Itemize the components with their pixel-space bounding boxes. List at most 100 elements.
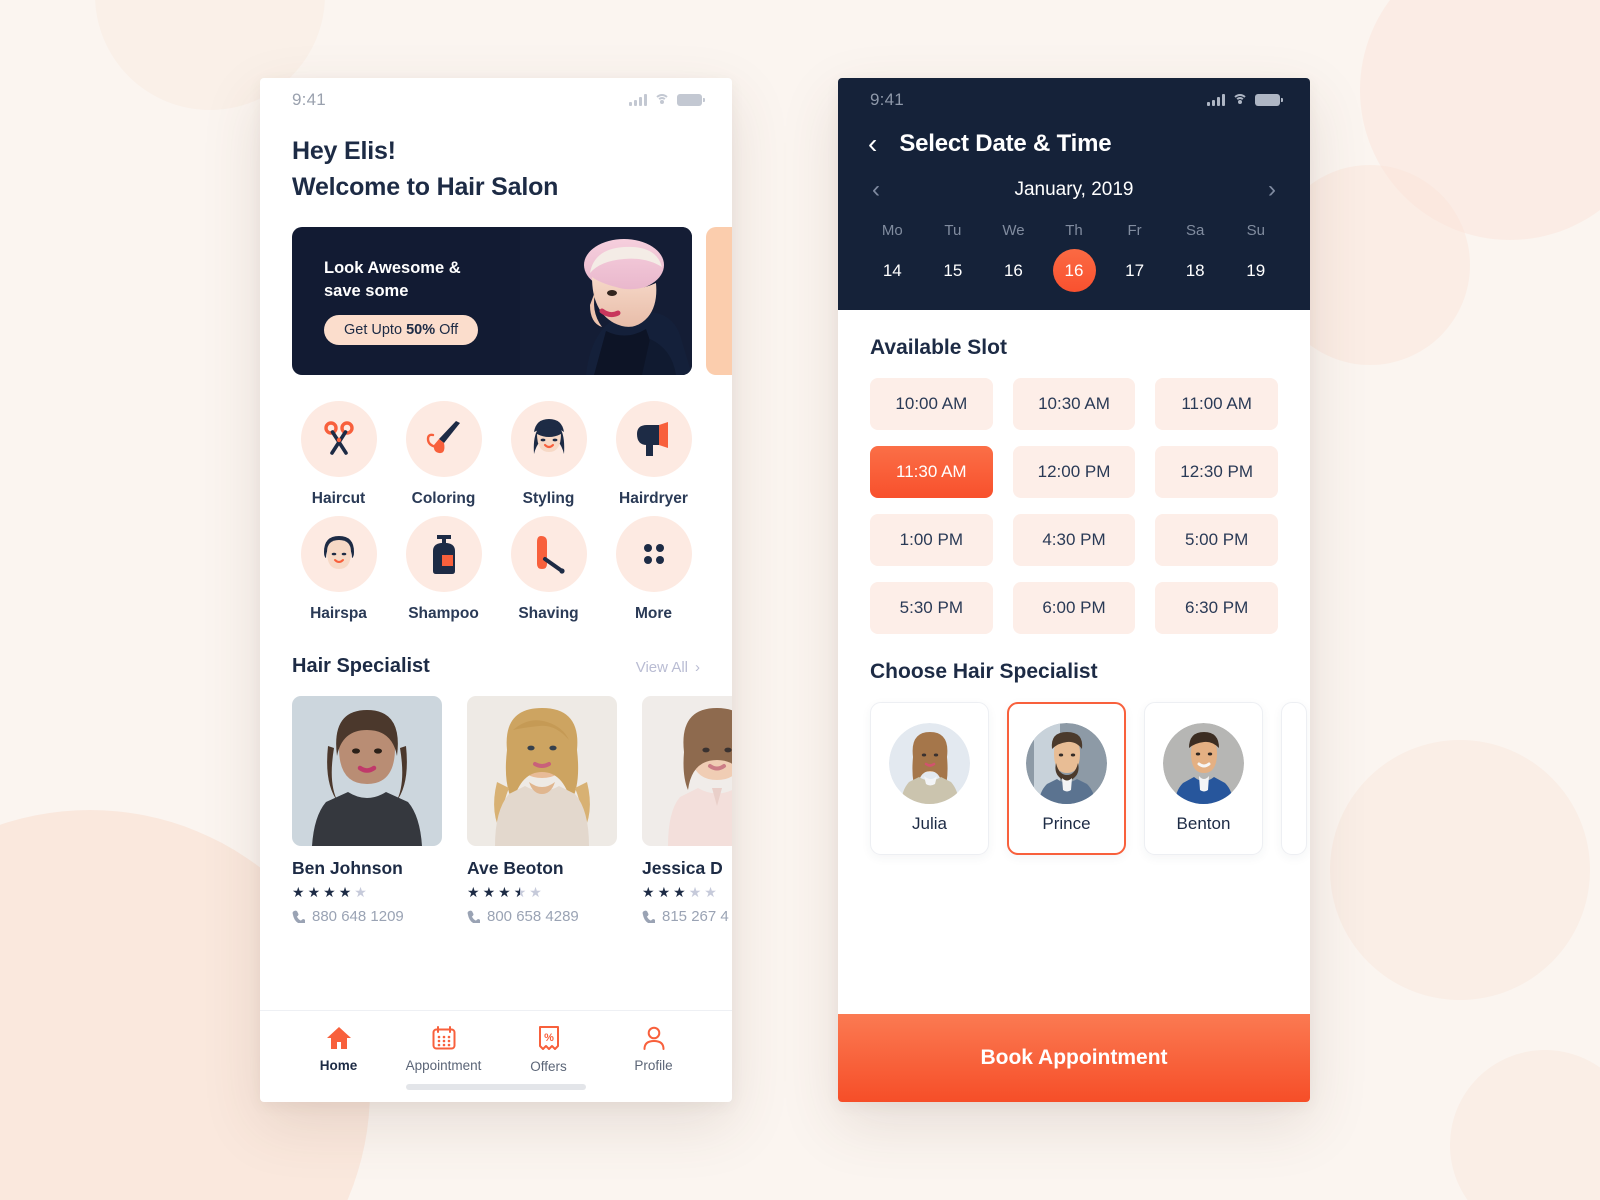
promo-model-photo bbox=[520, 227, 692, 375]
page-title: Select Date & Time bbox=[899, 130, 1112, 157]
specialist-carousel[interactable]: Ben Johnson ★ ★ ★ ★ ★ 880 648 1209 Ave B… bbox=[260, 678, 732, 925]
service-item-hairspa[interactable]: Hairspa bbox=[286, 516, 391, 631]
specialist-phone-number: 880 648 1209 bbox=[312, 908, 404, 925]
tab-offers[interactable]: % Offers bbox=[496, 1025, 601, 1074]
promo-title-line-2: save some bbox=[324, 282, 409, 300]
star-icon: ★ bbox=[323, 884, 336, 900]
service-item-shampoo[interactable]: Shampoo bbox=[391, 516, 496, 631]
promo-banner-carousel[interactable]: Look Awesome & save some Get Upto 50% Of… bbox=[260, 205, 732, 375]
service-item-more[interactable]: More bbox=[601, 516, 706, 631]
time-slot-selected[interactable]: 11:30 AM bbox=[870, 446, 993, 498]
decorative-circle bbox=[1450, 1050, 1600, 1200]
hairdryer-icon bbox=[615, 401, 692, 477]
greeting-line-1: Hey Elis! bbox=[292, 137, 396, 165]
promo-discount-badge[interactable]: Get Upto 50% Off bbox=[324, 315, 479, 346]
specialist-name: Jessica D bbox=[642, 858, 723, 878]
time-slot[interactable]: 1:00 PM bbox=[870, 514, 993, 566]
paint-brush-icon bbox=[405, 401, 482, 477]
chevron-right-icon: › bbox=[695, 659, 700, 676]
time-slot[interactable]: 6:00 PM bbox=[1012, 582, 1136, 634]
weekday-label: We bbox=[1002, 222, 1025, 239]
specialist-option-name: Benton bbox=[1176, 814, 1231, 833]
time-slot[interactable]: 12:00 PM bbox=[1012, 446, 1136, 498]
view-all-link[interactable]: View All › bbox=[636, 659, 700, 676]
tab-label: Profile bbox=[634, 1058, 673, 1073]
status-time: 9:41 bbox=[292, 90, 326, 109]
star-icon: ★ bbox=[292, 884, 305, 900]
time-slot[interactable]: 6:30 PM bbox=[1155, 582, 1278, 634]
date-cell-selected[interactable]: 16 bbox=[1044, 249, 1105, 292]
service-label: Haircut bbox=[311, 490, 366, 507]
signal-bars-icon bbox=[629, 94, 647, 106]
next-month-button[interactable]: › bbox=[1268, 178, 1276, 202]
decorative-circle bbox=[1330, 740, 1590, 1000]
calendar-icon bbox=[432, 1026, 455, 1050]
time-slot[interactable]: 4:30 PM bbox=[1012, 514, 1136, 566]
date-cell[interactable]: 16 bbox=[983, 249, 1044, 292]
specialist-chooser[interactable]: Julia Prince Benton bbox=[870, 702, 1307, 855]
specialist-option-next[interactable] bbox=[1281, 702, 1307, 855]
home-screen-phone: 9:41 Hey Elis! Welcome to Hair Salon Loo… bbox=[260, 78, 732, 1102]
signal-bars-icon bbox=[1207, 94, 1225, 106]
time-slot[interactable]: 5:30 PM bbox=[870, 582, 993, 634]
time-slot[interactable]: 12:30 PM bbox=[1155, 446, 1278, 498]
date-cell[interactable]: 18 bbox=[1165, 249, 1226, 292]
tab-label: Offers bbox=[530, 1058, 567, 1074]
date-cell[interactable]: 19 bbox=[1225, 249, 1286, 292]
date-row: 14 15 16 16 17 18 19 bbox=[838, 249, 1310, 292]
service-label: Styling bbox=[522, 490, 575, 507]
tab-appointment[interactable]: Appointment bbox=[391, 1026, 496, 1073]
date-cell[interactable]: 14 bbox=[862, 249, 923, 292]
badge-suffix: Off bbox=[435, 322, 459, 339]
specialist-card[interactable]: Ben Johnson ★ ★ ★ ★ ★ 880 648 1209 bbox=[292, 696, 442, 925]
weekday-row: Mo Tu We Th Fr Sa Su bbox=[838, 222, 1310, 239]
service-item-hairdryer[interactable]: Hairdryer bbox=[601, 401, 706, 516]
month-label: January, 2019 bbox=[1014, 179, 1134, 200]
specialist-photo bbox=[292, 696, 442, 846]
date-number: 15 bbox=[943, 260, 963, 280]
prev-month-button[interactable]: ‹ bbox=[872, 178, 880, 202]
specialist-option-prince[interactable]: Prince bbox=[1007, 702, 1126, 855]
specialist-card[interactable]: Ave Beoton ★ ★ ★ ★ ★ 800 658 4289 bbox=[467, 696, 617, 925]
avatar bbox=[1026, 723, 1107, 804]
status-icons bbox=[629, 94, 705, 106]
star-icon: ★ bbox=[688, 884, 702, 900]
specialist-option-benton[interactable]: Benton bbox=[1144, 702, 1263, 855]
date-number: 16 bbox=[1052, 249, 1096, 292]
time-slot-grid: 10:00 AM 10:30 AM 11:00 AM 11:30 AM 12:0… bbox=[870, 378, 1278, 634]
star-icon: ★ bbox=[482, 884, 496, 900]
rating-stars: ★ ★ ★ ★ ★ bbox=[467, 885, 617, 899]
specialist-phone[interactable]: 880 648 1209 bbox=[292, 908, 442, 925]
time-slot[interactable]: 11:00 AM bbox=[1155, 378, 1278, 430]
promo-banner-next-card[interactable] bbox=[706, 227, 732, 375]
time-slot[interactable]: 10:30 AM bbox=[1012, 378, 1136, 430]
month-navigation: ‹ January, 2019 › bbox=[838, 158, 1310, 202]
tab-home[interactable]: Home bbox=[286, 1026, 391, 1073]
back-button[interactable]: ‹ bbox=[868, 130, 877, 158]
service-label: More bbox=[634, 605, 673, 622]
specialist-phone[interactable]: 800 658 4289 bbox=[467, 908, 617, 925]
tab-profile[interactable]: Profile bbox=[601, 1026, 706, 1073]
service-item-styling[interactable]: Styling bbox=[496, 401, 601, 516]
service-label: Shaving bbox=[518, 605, 579, 622]
service-item-shaving[interactable]: Shaving bbox=[496, 516, 601, 631]
booking-screen-phone: 9:41 ‹ Select Date & Time ‹ January, 201… bbox=[838, 78, 1310, 1102]
specialist-name: Ave Beoton bbox=[467, 858, 564, 878]
weekday-label: Tu bbox=[944, 222, 962, 239]
date-cell[interactable]: 15 bbox=[923, 249, 984, 292]
promo-banner-text: Look Awesome & save some Get Upto 50% Of… bbox=[292, 257, 479, 346]
specialist-phone[interactable]: 815 267 4 bbox=[642, 908, 732, 925]
specialist-option-julia[interactable]: Julia bbox=[870, 702, 989, 855]
date-cell[interactable]: 17 bbox=[1104, 249, 1165, 292]
service-item-haircut[interactable]: Haircut bbox=[286, 401, 391, 516]
greeting-block: Hey Elis! Welcome to Hair Salon bbox=[260, 122, 732, 205]
book-appointment-button[interactable]: Book Appointment bbox=[838, 1014, 1310, 1102]
star-icon: ★ bbox=[338, 884, 352, 900]
promo-banner-card[interactable]: Look Awesome & save some Get Upto 50% Of… bbox=[292, 227, 692, 375]
service-item-coloring[interactable]: Coloring bbox=[391, 401, 496, 516]
time-slot[interactable]: 10:00 AM bbox=[870, 378, 993, 430]
time-slot[interactable]: 5:00 PM bbox=[1155, 514, 1278, 566]
available-slot-title: Available Slot bbox=[870, 336, 1007, 359]
specialist-card[interactable]: Jessica D ★ ★ ★ ★ ★ 815 267 4 bbox=[642, 696, 732, 925]
avatar bbox=[1163, 723, 1244, 804]
